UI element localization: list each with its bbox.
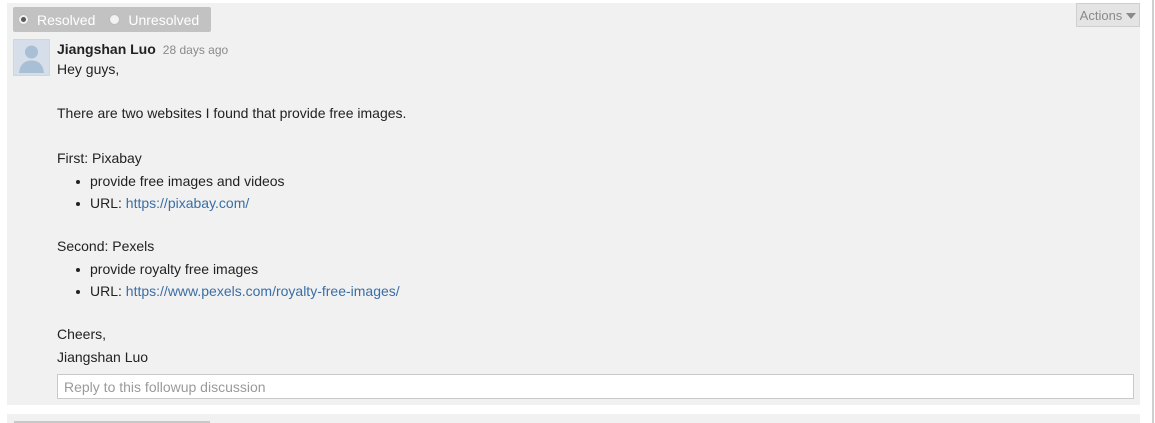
resolution-filter: Resolved Unresolved: [13, 7, 211, 32]
radio-unchecked-icon: [109, 14, 121, 25]
pixabay-link[interactable]: https://pixabay.com/: [126, 195, 249, 211]
list-item: provide free images and videos: [90, 173, 285, 189]
author-name[interactable]: Jiangshan Luo: [57, 41, 156, 57]
list-item: URL: https://www.pexels.com/royalty-free…: [90, 283, 400, 299]
user-silhouette-icon: [19, 45, 44, 73]
bullet-icon: [76, 180, 80, 184]
actions-dropdown-button[interactable]: Actions: [1076, 3, 1140, 27]
list-item: provide royalty free images: [90, 261, 259, 277]
resolved-radio[interactable]: Resolved: [18, 12, 95, 28]
list-item: URL: https://pixabay.com/: [90, 195, 249, 211]
url-label: URL:: [90, 283, 126, 299]
post-header: Jiangshan Luo 28 days ago: [57, 41, 228, 57]
scroll-divider: [1152, 0, 1154, 423]
actions-label: Actions: [1079, 7, 1123, 23]
bullet-icon: [76, 290, 80, 294]
first-heading: First: Pixabay: [57, 150, 142, 166]
unresolved-radio[interactable]: Unresolved: [109, 12, 199, 28]
second-heading: Second: Pexels: [57, 238, 155, 254]
post-intro: There are two websites I found that prov…: [57, 105, 407, 121]
post-signoff: Cheers,: [57, 326, 107, 342]
url-label: URL:: [90, 195, 126, 211]
bullet-icon: [76, 202, 80, 206]
avatar[interactable]: [13, 39, 50, 76]
caret-down-icon: [1126, 12, 1137, 19]
unresolved-label: Unresolved: [128, 11, 200, 28]
radio-checked-icon: [18, 14, 29, 25]
post-greeting: Hey guys,: [57, 61, 120, 77]
post-signature: Jiangshan Luo: [57, 349, 149, 365]
bullet-icon: [76, 268, 80, 272]
reply-input[interactable]: [57, 374, 1134, 399]
resolved-label: Resolved: [37, 11, 96, 28]
pexels-link[interactable]: https://www.pexels.com/royalty-free-imag…: [126, 283, 400, 299]
post-timestamp: 28 days ago: [162, 43, 229, 57]
